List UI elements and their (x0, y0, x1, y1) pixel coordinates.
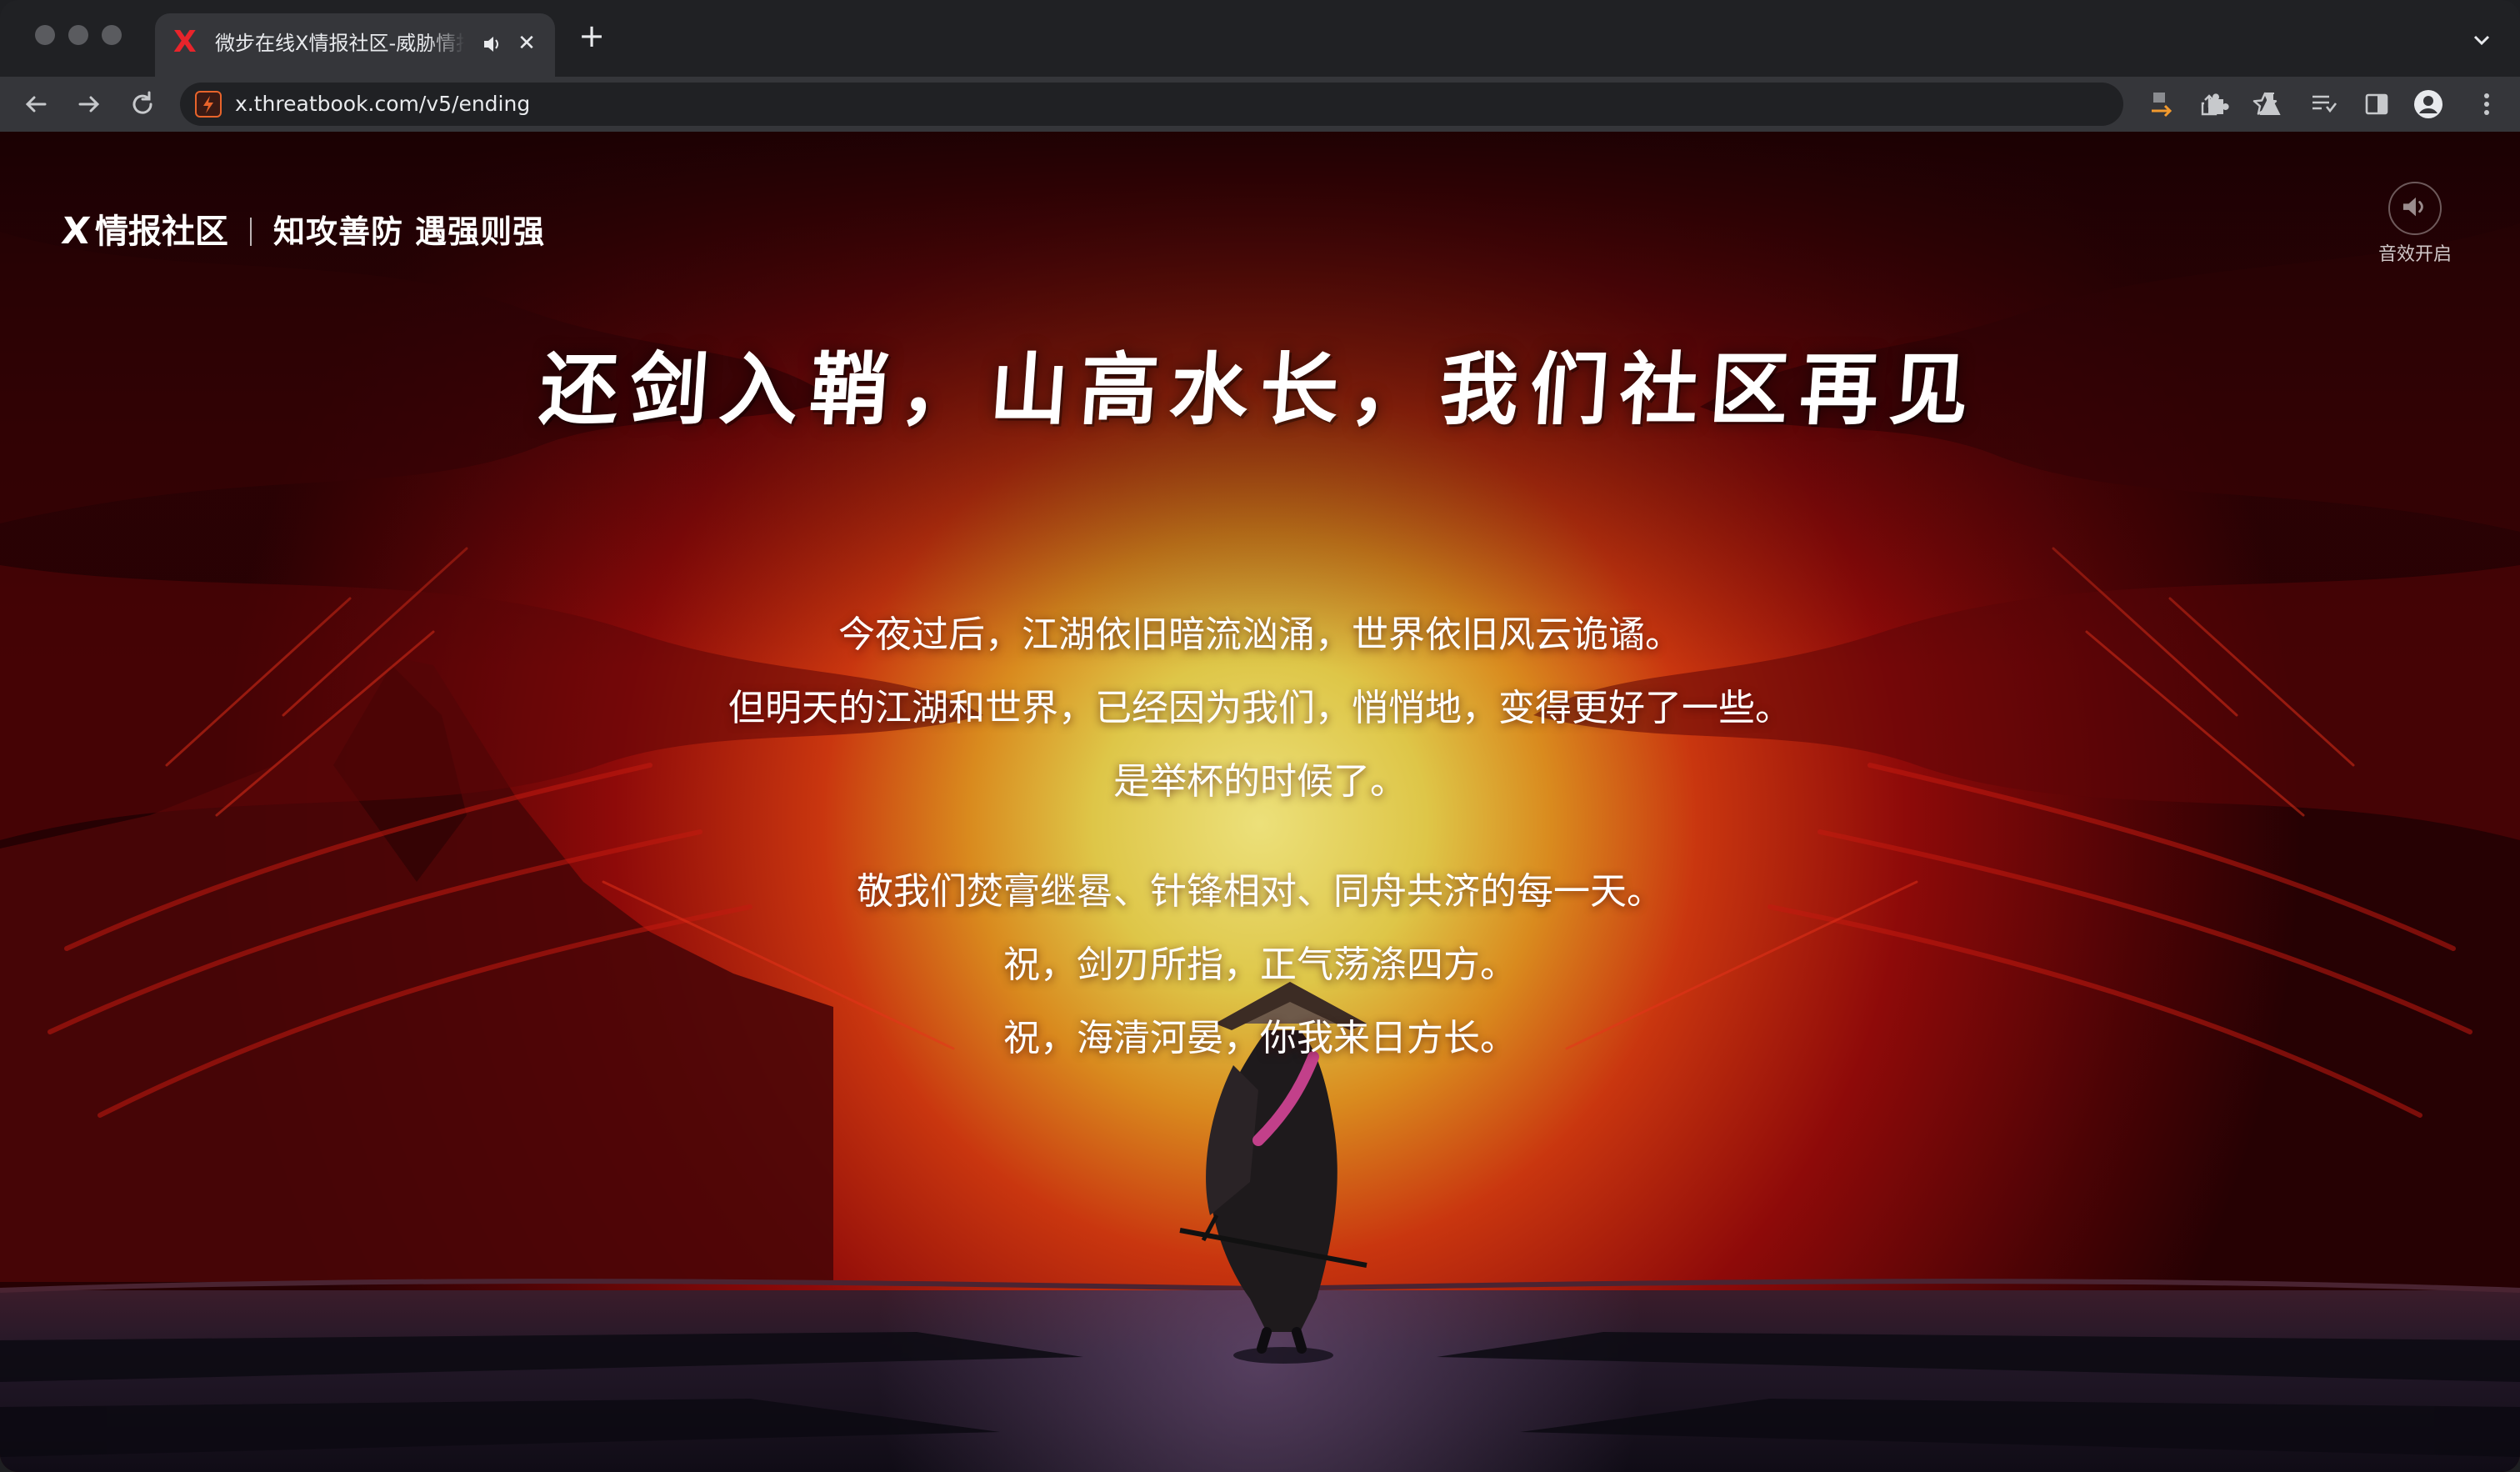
extensions-puzzle-icon[interactable] (2202, 89, 2232, 119)
reading-list-icon[interactable] (2308, 89, 2338, 119)
tab-audio-icon[interactable] (480, 32, 505, 57)
back-arrow-icon[interactable] (20, 88, 52, 120)
poem-line: 是举杯的时候了。 (1113, 760, 1407, 803)
side-panel-icon[interactable] (2362, 89, 2392, 119)
tab-strip: X 微步在线X情报社区-威胁情报 ✕ + (0, 0, 2520, 77)
url-text[interactable]: x.threatbook.com/v5/ending (235, 83, 530, 126)
tab-active[interactable]: X 微步在线X情报社区-威胁情报 ✕ (155, 13, 555, 77)
page-viewport: X 情报社区 知攻善防 遇强则强 音效开启 还剑入鞘，山高水长，我们社区再见 今… (0, 132, 2520, 1472)
browser-menu-icon[interactable] (2472, 89, 2502, 119)
extension-download-icon[interactable] (2148, 89, 2178, 119)
window-maximize-button[interactable] (102, 25, 122, 45)
reload-icon[interactable] (127, 88, 158, 120)
brand-divider (249, 218, 252, 246)
page-headline: 还剑入鞘，山高水长，我们社区再见 (537, 344, 1983, 436)
sound-toggle-button[interactable]: 音效开启 (2373, 173, 2457, 273)
poem-line: 但明天的江湖和世界，已经因为我们，悄悄地，变得更好了一些。 (728, 687, 1792, 729)
poem-line: 祝，海清河晏，你我来日方长。 (1003, 1017, 1517, 1059)
speaker-icon (2402, 197, 2423, 217)
browser-window: X 微步在线X情报社区-威胁情报 ✕ + x.threatbook.com/v5… (0, 0, 2520, 1472)
window-close-button[interactable] (35, 25, 55, 45)
labs-flask-icon[interactable] (2255, 89, 2285, 119)
poem-line: 今夜过后，江湖依旧暗流汹涌，世界依旧风云诡谲。 (838, 613, 1682, 656)
tab-search-chevron-icon[interactable] (2467, 25, 2497, 55)
forward-arrow-icon[interactable] (73, 88, 105, 120)
brand-name: 情报社区 (94, 213, 228, 251)
poem-line: 敬我们焚膏继晷、针锋相对、同舟共济的每一天。 (857, 870, 1663, 913)
window-minimize-button[interactable] (68, 25, 88, 45)
brand-slogan: 知攻善防 遇强则强 (272, 213, 546, 250)
sound-toggle-label: 音效开启 (2378, 244, 2452, 265)
sound-toggle-ring (2388, 182, 2442, 235)
threatbook-favicon-icon: X (173, 25, 197, 59)
poem-line: 祝，剑刃所指，正气荡涤四方。 (1003, 944, 1517, 986)
address-bar[interactable]: x.threatbook.com/v5/ending (180, 83, 2278, 126)
new-tab-button[interactable]: + (577, 20, 607, 52)
brand-logo[interactable]: X 情报社区 知攻善防 遇强则强 (59, 207, 546, 257)
tab-title: 微步在线X情报社区-威胁情报 (215, 32, 465, 55)
site-favicon-icon (195, 91, 222, 118)
tab-close-icon[interactable]: ✕ (513, 30, 540, 57)
brand-x-mark: X (59, 210, 92, 253)
browser-toolbar: x.threatbook.com/v5/ending (0, 77, 2520, 132)
profile-avatar-icon[interactable] (2413, 89, 2443, 119)
